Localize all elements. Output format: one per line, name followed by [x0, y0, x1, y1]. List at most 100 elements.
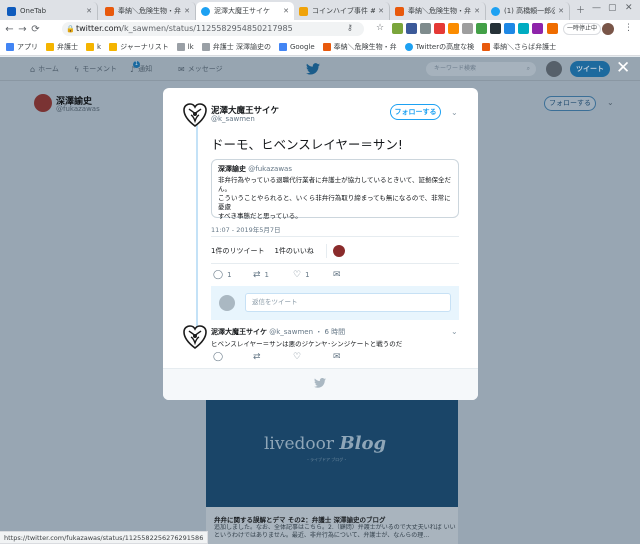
minimize-icon[interactable]: —: [592, 3, 601, 13]
bookmark-star-icon[interactable]: ☆: [376, 23, 387, 34]
close-icon[interactable]: ✕: [558, 7, 564, 15]
new-tab-icon[interactable]: ＋: [576, 3, 585, 16]
close-icon[interactable]: ✕: [283, 7, 289, 15]
avatar[interactable]: [34, 94, 52, 112]
notification-badge: 1: [133, 61, 140, 68]
reply-header: 泥澤大魔王サイケ @k_sawmen ・ 6 時間: [211, 327, 345, 337]
reply-button[interactable]: ◯: [213, 352, 227, 362]
tab-blog-1[interactable]: 奉納＼危険生物・弁 ✕: [100, 2, 196, 20]
retweet-button[interactable]: ⇄: [253, 352, 265, 362]
bookmark-folder[interactable]: k: [86, 42, 101, 51]
search-input[interactable]: キーワード検索 ⌕: [426, 62, 536, 76]
avatar[interactable]: [602, 23, 614, 35]
sync-paused-button[interactable]: 一時停止中: [563, 23, 602, 35]
address-bar[interactable]: 🔒 twitter.com/k_sawmen/status/11255829548…: [62, 22, 364, 36]
avatar[interactable]: [546, 61, 562, 77]
chevron-down-icon[interactable]: ⌄: [451, 108, 458, 117]
extension-icon[interactable]: [462, 23, 473, 34]
nav-home[interactable]: ⌂ ホーム: [30, 64, 59, 74]
follow-button[interactable]: フォローする: [544, 96, 596, 111]
extension-icon[interactable]: [448, 23, 459, 34]
tab-twitter-active[interactable]: 泥澤大魔王サイケ ✕: [196, 2, 294, 20]
link-card[interactable]: livedoor Blog ・ライブドア ブログ・ 弁弁に関する誤解とデマ その…: [206, 397, 458, 544]
avatar[interactable]: [183, 102, 207, 128]
quoted-tweet[interactable]: 深澤諭史 @fukazawas 非弁行為やっている退職代行業者に弁護士が協力して…: [211, 159, 459, 220]
reply-input[interactable]: 返信をツイート: [245, 293, 451, 312]
card-description: 追加しました。なお、全体記事はこちら。2.（顧問）弁護士がいるので大丈夫いれば …: [214, 524, 456, 539]
bookmark-folder[interactable]: ジャーナリスト: [109, 42, 169, 52]
reply-button[interactable]: ◯ 1: [213, 270, 232, 280]
extension-icon[interactable]: [434, 23, 445, 34]
window-close-icon[interactable]: ✕: [625, 3, 633, 13]
tab-onetab[interactable]: OneTab ✕: [2, 2, 98, 20]
extension-icon[interactable]: [532, 23, 543, 34]
dm-button[interactable]: ✉: [333, 270, 345, 280]
reply-author-name[interactable]: 泥澤大魔王サイケ: [211, 328, 267, 336]
close-icon[interactable]: ✕: [474, 7, 480, 15]
close-icon[interactable]: ✕: [616, 58, 630, 78]
bookmark-twitter-search[interactable]: Twitterの高度な検: [404, 42, 474, 52]
page-overlay[interactable]: ⌂ ホーム ϟ モーメント ♪ 通知 1 ✉ メッセージ キーワード検索 ⌕ ツイート ✕…: [0, 57, 640, 544]
profile-handle[interactable]: @fukazawas: [56, 105, 100, 113]
twitter-icon: [491, 6, 500, 16]
bookmark-link[interactable]: 奉納＼さらば弁護士: [482, 42, 556, 52]
bookmark-google[interactable]: Google: [278, 42, 315, 51]
browser-tab-strip: OneTab ✕ 奉納＼危険生物・弁 ✕ 泥澤大魔王サイケ ✕ コインハイブ事件…: [0, 0, 640, 20]
reply-icon: ◯: [213, 270, 224, 280]
tweet-timestamp[interactable]: 11:07 - 2019年5月7日: [211, 224, 281, 234]
tab-blog-2[interactable]: 奉納＼危険生物・弁 ✕: [390, 2, 486, 20]
divider: [325, 244, 327, 258]
bookmark-apps[interactable]: アプリ: [6, 42, 38, 52]
close-icon[interactable]: ✕: [184, 7, 190, 15]
quote-text: 非弁行為やっている退職代行業者に弁護士が協力しているときいて、証拠保全だ ん。 …: [218, 176, 451, 220]
bookmark-link[interactable]: 奉納＼危険生物・弁: [322, 42, 397, 52]
forward-icon[interactable]: →: [16, 24, 29, 35]
extension-icon[interactable]: [518, 23, 529, 34]
bookmark-link[interactable]: lk: [176, 42, 194, 51]
close-icon[interactable]: ✕: [86, 7, 92, 15]
avatar[interactable]: [183, 324, 207, 350]
tab-takahashi[interactable]: (1) 高橋頼一郎@仙 ✕: [486, 2, 570, 20]
extension-icon[interactable]: [504, 23, 515, 34]
home-icon: ⌂: [30, 64, 36, 74]
reply-author-handle[interactable]: @k_sawmen: [269, 328, 313, 336]
reload-icon[interactable]: ⟳: [29, 24, 42, 35]
author-handle[interactable]: @k_sawmen: [211, 115, 255, 123]
like-count-link[interactable]: 1件のいいね: [274, 246, 313, 256]
facebook-icon[interactable]: [406, 23, 417, 34]
extension-icon[interactable]: [392, 23, 403, 34]
tab-coinhive[interactable]: コインハイブ事件 # ✕: [294, 2, 390, 20]
extension-icon[interactable]: [547, 23, 558, 34]
like-button[interactable]: ♡ 1: [293, 270, 310, 280]
like-button[interactable]: ♡: [293, 352, 305, 362]
nav-moments[interactable]: ϟ モーメント: [74, 64, 117, 74]
close-icon[interactable]: ✕: [378, 7, 384, 15]
chevron-down-icon[interactable]: ⌄: [451, 327, 458, 336]
reply-icon: ◯: [213, 352, 224, 362]
tweet-button[interactable]: ツイート: [570, 61, 610, 77]
chevron-down-icon[interactable]: ⌄: [607, 98, 614, 107]
retweet-button[interactable]: ⇄ 1: [253, 270, 269, 280]
twitter-logo-icon[interactable]: [306, 63, 320, 75]
reply-time[interactable]: ・ 6 時間: [315, 328, 345, 336]
extension-icon[interactable]: [420, 23, 431, 34]
dm-button[interactable]: ✉: [333, 352, 345, 362]
divider: [211, 236, 459, 237]
page-icon: [176, 42, 185, 51]
menu-icon[interactable]: ⋮: [624, 23, 635, 34]
maximize-icon[interactable]: ▢: [608, 3, 617, 13]
card-title: 弁弁に関する誤解とデマ その2：弁護士 深澤諭史のブログ: [214, 516, 386, 524]
extension-icon[interactable]: [490, 23, 501, 34]
back-icon[interactable]: ←: [3, 24, 16, 35]
twitter-icon: [201, 6, 210, 16]
envelope-icon: ✉: [178, 64, 185, 74]
follow-button[interactable]: フォローする: [390, 104, 441, 120]
bookmark-link[interactable]: 弁護士 深澤諭史の: [201, 42, 271, 52]
nav-messages[interactable]: ✉ メッセージ: [178, 64, 223, 74]
retweet-count-link[interactable]: 1件のリツイート: [211, 246, 264, 256]
retweet-icon: ⇄: [253, 352, 261, 362]
bookmark-folder[interactable]: 弁護士: [46, 42, 78, 52]
key-icon[interactable]: ⚷: [347, 23, 355, 34]
evernote-icon[interactable]: [476, 23, 487, 34]
avatar[interactable]: [332, 245, 345, 257]
